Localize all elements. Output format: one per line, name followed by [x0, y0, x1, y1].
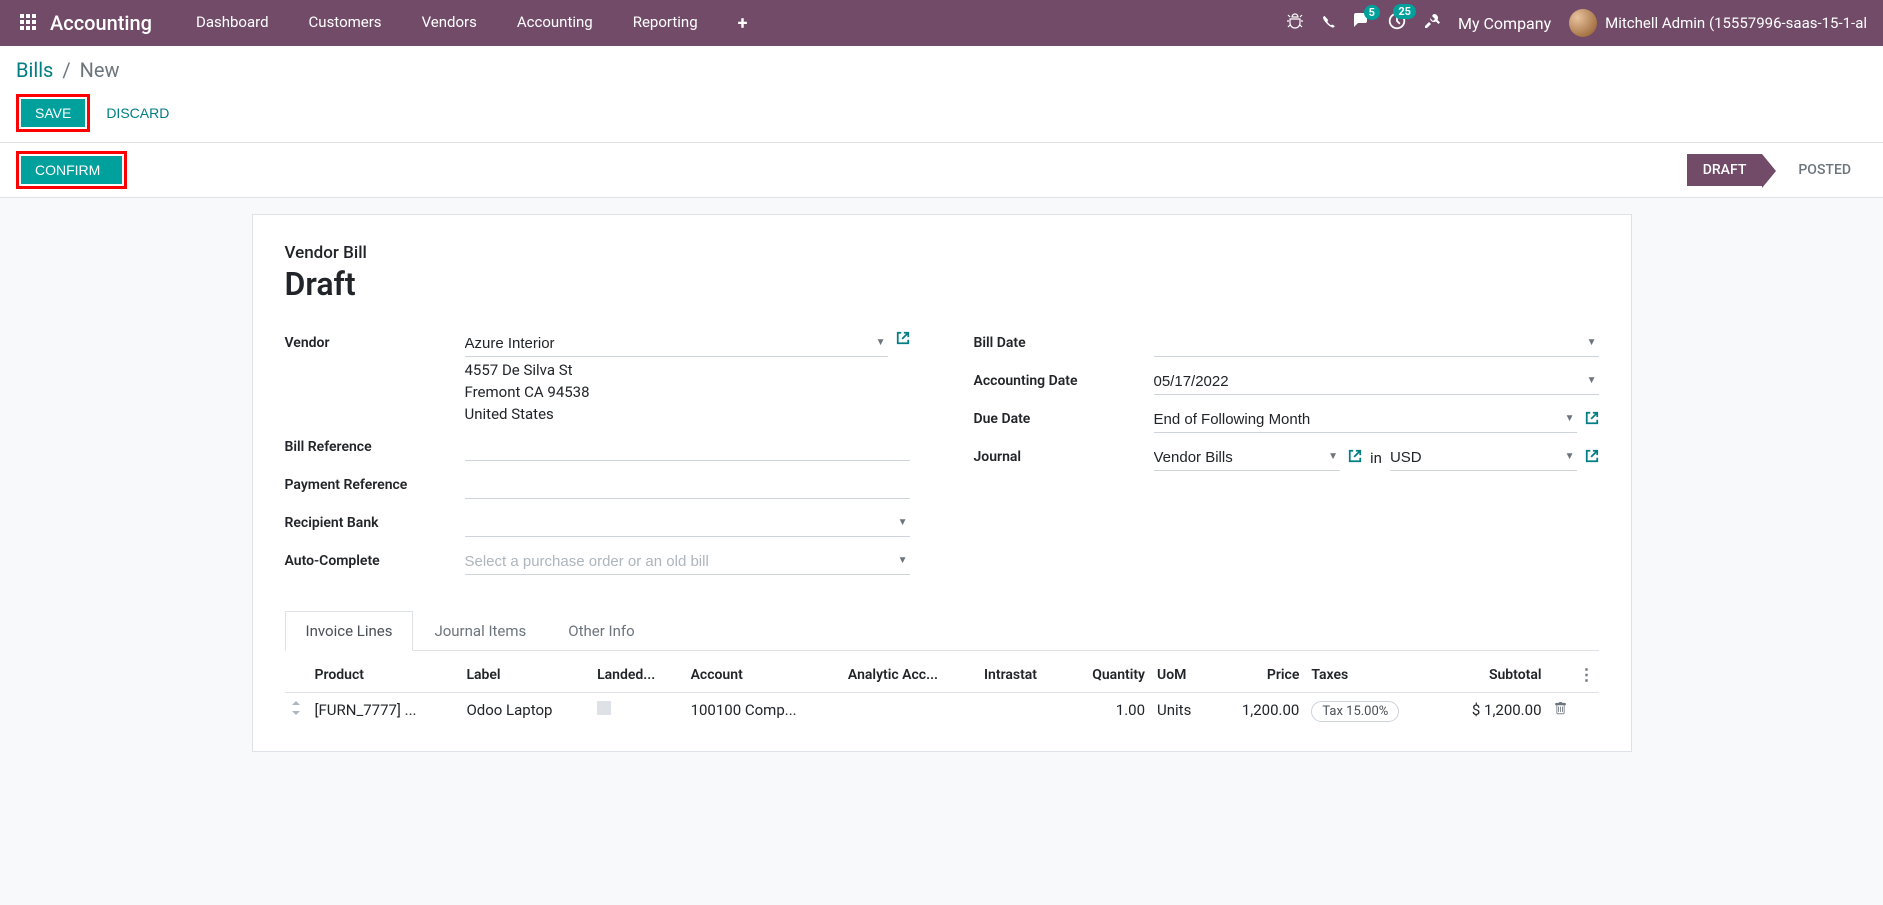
vendor-label: Vendor	[285, 331, 465, 351]
cell-quantity[interactable]: 1.00	[1065, 693, 1151, 728]
delete-row-icon[interactable]	[1548, 693, 1573, 728]
col-landed[interactable]: Landed...	[591, 657, 684, 693]
col-uom[interactable]: UoM	[1151, 657, 1213, 693]
save-button[interactable]: SAVE	[21, 99, 85, 127]
col-label[interactable]: Label	[460, 657, 591, 693]
journal-in-label: in	[1370, 449, 1382, 467]
menu-add-icon[interactable]: +	[722, 3, 764, 44]
tab-invoice-lines[interactable]: Invoice Lines	[285, 611, 414, 651]
status-posted[interactable]: POSTED	[1782, 154, 1867, 186]
payment-reference-input[interactable]	[465, 473, 910, 499]
bill-date-input[interactable]	[1154, 331, 1599, 357]
table-row[interactable]: [FURN_7777] ... Odoo Laptop 100100 Comp.…	[285, 693, 1599, 728]
vendor-address-city: Fremont CA 94538	[465, 383, 888, 401]
notebook-tabs: Invoice Lines Journal Items Other Info	[285, 611, 1599, 651]
cell-product[interactable]: [FURN_7777] ...	[309, 693, 461, 728]
col-account[interactable]: Account	[685, 657, 842, 693]
due-date-label: Due Date	[974, 407, 1154, 427]
activities-icon[interactable]: 25	[1388, 12, 1406, 34]
landed-checkbox-icon	[597, 701, 611, 715]
navbar: Accounting Dashboard Customers Vendors A…	[0, 0, 1883, 46]
bill-reference-input[interactable]	[465, 435, 910, 461]
control-panel: Bills / New SAVE DISCARD	[0, 46, 1883, 143]
col-product[interactable]: Product	[309, 657, 461, 693]
vendor-address-country: United States	[465, 405, 888, 423]
journal-label: Journal	[974, 445, 1154, 465]
discard-button[interactable]: DISCARD	[106, 99, 169, 127]
menu-accounting[interactable]: Accounting	[501, 3, 609, 44]
cell-landed[interactable]	[591, 693, 684, 728]
due-date-input[interactable]	[1154, 407, 1577, 433]
external-link-icon[interactable]	[1585, 449, 1599, 467]
messages-icon[interactable]: 5	[1354, 13, 1370, 33]
vendor-address-street: 4557 De Silva St	[465, 361, 888, 379]
cell-analytic[interactable]	[842, 693, 978, 728]
bill-date-label: Bill Date	[974, 331, 1154, 351]
recipient-bank-label: Recipient Bank	[285, 511, 465, 531]
tab-journal-items[interactable]: Journal Items	[413, 611, 547, 650]
avatar-icon	[1569, 9, 1597, 37]
vendor-input[interactable]	[465, 331, 888, 357]
apps-icon[interactable]	[20, 14, 38, 32]
journal-input[interactable]	[1154, 445, 1341, 471]
cell-label[interactable]: Odoo Laptop	[460, 693, 591, 728]
bill-reference-label: Bill Reference	[285, 435, 465, 455]
accounting-date-input[interactable]	[1154, 369, 1599, 395]
cell-uom[interactable]: Units	[1151, 693, 1213, 728]
cell-subtotal: $ 1,200.00	[1439, 693, 1548, 728]
breadcrumb-current: New	[80, 58, 120, 82]
systray: 5 25 My Company Mitchell Admin (15557996…	[1287, 9, 1875, 37]
payment-reference-label: Payment Reference	[285, 473, 465, 493]
autocomplete-input[interactable]	[465, 549, 910, 575]
sheet-title: Draft	[285, 265, 1599, 303]
main-menu: Dashboard Customers Vendors Accounting R…	[180, 3, 763, 44]
col-subtotal[interactable]: Subtotal	[1439, 657, 1548, 693]
currency-input[interactable]	[1390, 445, 1577, 471]
company-switcher[interactable]: My Company	[1458, 14, 1551, 33]
messages-badge: 5	[1364, 5, 1380, 20]
user-name: Mitchell Admin (15557996-saas-15-1-al	[1605, 14, 1867, 32]
breadcrumb-root[interactable]: Bills	[16, 58, 53, 82]
invoice-lines-table: Product Label Landed... Account Analytic…	[285, 657, 1599, 727]
cell-account[interactable]: 100100 Comp...	[685, 693, 842, 728]
brand[interactable]: Accounting	[50, 11, 152, 35]
accounting-date-label: Accounting Date	[974, 369, 1154, 389]
col-price[interactable]: Price	[1213, 657, 1306, 693]
form-sheet: Vendor Bill Draft Vendor ▼ 4557 De Silva…	[252, 214, 1632, 752]
col-taxes[interactable]: Taxes	[1305, 657, 1438, 693]
tax-tag[interactable]: Tax 15.00%	[1311, 701, 1399, 722]
save-highlight: SAVE	[16, 94, 90, 132]
table-header-row: Product Label Landed... Account Analytic…	[285, 657, 1599, 693]
tab-other-info[interactable]: Other Info	[547, 611, 655, 650]
cell-intrastat[interactable]	[978, 693, 1065, 728]
drag-handle-icon[interactable]	[285, 693, 309, 728]
col-analytic[interactable]: Analytic Acc...	[842, 657, 978, 693]
cell-taxes[interactable]: Tax 15.00%	[1305, 693, 1438, 728]
status-draft[interactable]: DRAFT	[1687, 154, 1763, 186]
menu-reporting[interactable]: Reporting	[617, 3, 714, 44]
external-link-icon[interactable]	[1585, 411, 1599, 429]
sheet-subtitle: Vendor Bill	[285, 243, 1599, 263]
activities-badge: 25	[1393, 4, 1416, 19]
confirm-highlight: CONFIRM	[16, 151, 127, 189]
bug-icon[interactable]	[1287, 13, 1303, 33]
cell-price[interactable]: 1,200.00	[1213, 693, 1306, 728]
col-intrastat[interactable]: Intrastat	[978, 657, 1065, 693]
menu-customers[interactable]: Customers	[293, 3, 398, 44]
menu-dashboard[interactable]: Dashboard	[180, 3, 285, 44]
autocomplete-label: Auto-Complete	[285, 549, 465, 569]
tools-icon[interactable]	[1424, 13, 1440, 33]
status-bar: CONFIRM DRAFT POSTED	[0, 143, 1883, 198]
phone-icon[interactable]	[1321, 14, 1336, 33]
user-menu[interactable]: Mitchell Admin (15557996-saas-15-1-al	[1569, 9, 1867, 37]
breadcrumb: Bills / New	[16, 58, 1867, 82]
kebab-icon[interactable]: ⋮	[1579, 665, 1593, 684]
recipient-bank-input[interactable]	[465, 511, 910, 537]
menu-vendors[interactable]: Vendors	[406, 3, 493, 44]
external-link-icon[interactable]	[896, 331, 910, 349]
external-link-icon[interactable]	[1348, 449, 1362, 467]
confirm-button[interactable]: CONFIRM	[21, 156, 122, 184]
breadcrumb-separator: /	[62, 58, 70, 82]
col-quantity[interactable]: Quantity	[1065, 657, 1151, 693]
